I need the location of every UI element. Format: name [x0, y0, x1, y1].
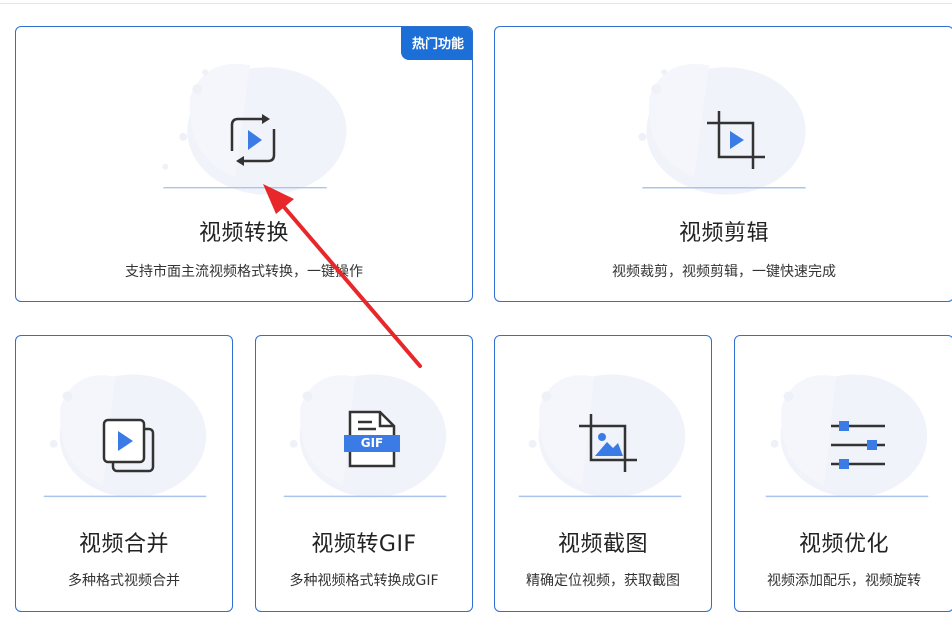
top-divider: [0, 3, 952, 4]
crop-icon: [707, 111, 765, 169]
card-title: 视频转GIF: [311, 532, 417, 557]
card-description: 多种格式视频合并: [68, 573, 180, 589]
card-description: 视频裁剪，视频剪辑，一键快速完成: [612, 264, 836, 280]
card-title: 视频截图: [557, 532, 648, 557]
card-title: 视频剪辑: [678, 221, 769, 246]
hot-feature-badge: 热门功能: [400, 27, 472, 60]
video-optimize-card[interactable]: 视频优化 视频添加配乐，视频旋转: [734, 335, 952, 612]
card-description: 支持市面主流视频格式转换，一键操作: [125, 264, 363, 280]
video-convert-card[interactable]: 热门功能 视频转换 支持市面主流视频格式转换，一键操作: [15, 26, 473, 302]
card-description: 精确定位视频，获取截图: [526, 573, 680, 589]
video-edit-card[interactable]: 视频剪辑 视频裁剪，视频剪辑，一键快速完成: [494, 26, 952, 302]
crop-image-icon: [579, 414, 637, 472]
card-description: 多种视频格式转换成GIF: [289, 573, 439, 589]
card-title: 视频合并: [78, 532, 169, 557]
video-screenshot-card[interactable]: 视频截图 精确定位视频，获取截图: [494, 335, 712, 612]
sliders-icon: [831, 421, 885, 469]
card-description: 视频添加配乐，视频旋转: [767, 573, 921, 589]
video-to-gif-card[interactable]: GIF 视频转GIF 多种视频格式转换成GIF: [255, 335, 473, 612]
convert-icon: [230, 114, 276, 166]
video-merge-card[interactable]: 视频合并 多种格式视频合并: [15, 335, 233, 612]
gif-icon-label: GIF: [360, 436, 384, 450]
card-title: 视频转换: [198, 221, 289, 246]
card-title: 视频优化: [798, 532, 889, 557]
merge-icon: [102, 418, 155, 473]
